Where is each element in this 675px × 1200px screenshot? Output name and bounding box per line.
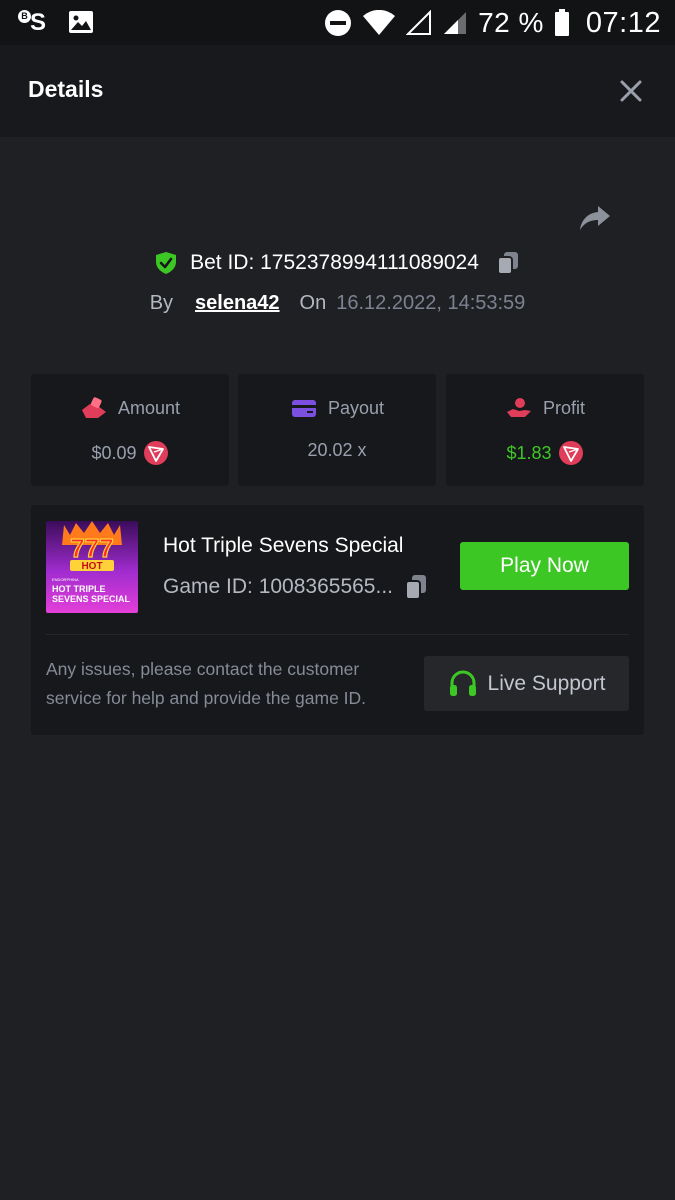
share-button[interactable] <box>578 201 612 235</box>
username-link[interactable]: selena42 <box>195 292 280 315</box>
bet-id: Bet ID: 1752378994111089024 <box>190 251 479 274</box>
image-notification-icon <box>69 11 93 33</box>
do-not-disturb-icon <box>325 10 352 36</box>
close-icon <box>620 80 642 102</box>
hand-coins-icon <box>81 397 106 418</box>
status-bar: B S 72 % 07:12 <box>0 0 675 45</box>
wifi-icon <box>363 10 396 35</box>
hand-money-icon <box>506 398 531 417</box>
profit-card: Profit $1.83 <box>446 374 644 486</box>
payout-value: 20.02 x <box>307 440 367 460</box>
tron-coin-icon <box>558 441 583 465</box>
divider <box>46 634 629 635</box>
share-icon <box>580 206 610 230</box>
amount-value: $0.09 <box>91 442 137 463</box>
battery-percent: 72 % <box>478 7 544 38</box>
game-id-row: Game ID: 1008365565... <box>163 573 429 601</box>
thumb-hot-text: HOT <box>81 561 102 572</box>
clock: 07:12 <box>585 6 661 39</box>
game-thumbnail[interactable]: 777 HOT ENDORPHINA HOT TRIPLE SEVENS SPE… <box>46 521 138 613</box>
wallet-icon <box>291 400 316 417</box>
game-thumbnail-art: 777 HOT ENDORPHINA HOT TRIPLE SEVENS SPE… <box>46 521 138 613</box>
amount-label: Amount <box>117 397 181 418</box>
on-label: On <box>299 291 327 314</box>
profit-label: Profit <box>542 397 585 418</box>
signal-icon <box>444 12 467 34</box>
by-label: By <box>149 291 174 314</box>
live-support-label: Live Support <box>487 671 606 695</box>
app-notification-icon: B S <box>18 9 48 35</box>
game-id: Game ID: 1008365565... <box>163 575 393 598</box>
thumb-title-line1: HOT TRIPLE <box>52 584 106 594</box>
payout-card: Payout 20.02 x <box>238 374 436 486</box>
headphones-icon <box>449 670 476 696</box>
amount-card: Amount $0.09 <box>31 374 229 486</box>
page-title: Details <box>28 76 104 102</box>
copy-icon[interactable] <box>495 250 521 276</box>
shield-check-icon <box>156 252 177 274</box>
bet-date: 16.12.2022, 14:53:59 <box>336 291 526 314</box>
thumb-brand-text: ENDORPHINA <box>52 577 79 582</box>
svg-text:777: 777 <box>70 533 113 563</box>
bet-id-row: Bet ID: 1752378994111089024 <box>0 247 675 279</box>
bet-meta-row: By selena42 On 16.12.2022, 14:53:59 <box>0 288 675 318</box>
payout-label: Payout <box>327 397 385 418</box>
battery-icon <box>554 9 569 36</box>
support-hint: Any issues, please contact the customer … <box>46 659 367 708</box>
game-card: 777 HOT ENDORPHINA HOT TRIPLE SEVENS SPE… <box>31 505 644 735</box>
signal-empty-icon <box>406 10 432 35</box>
close-button[interactable] <box>619 79 643 103</box>
live-support-button[interactable]: Live Support <box>424 656 629 711</box>
thumb-title-line2: SEVENS SPECIAL <box>52 594 131 604</box>
tron-coin-icon <box>143 441 168 465</box>
play-now-button[interactable]: Play Now <box>460 542 629 590</box>
header: Details <box>0 45 675 137</box>
copy-icon[interactable] <box>403 573 429 601</box>
game-name: Hot Triple Sevens Special <box>163 534 404 557</box>
profit-value: $1.83 <box>506 442 552 463</box>
